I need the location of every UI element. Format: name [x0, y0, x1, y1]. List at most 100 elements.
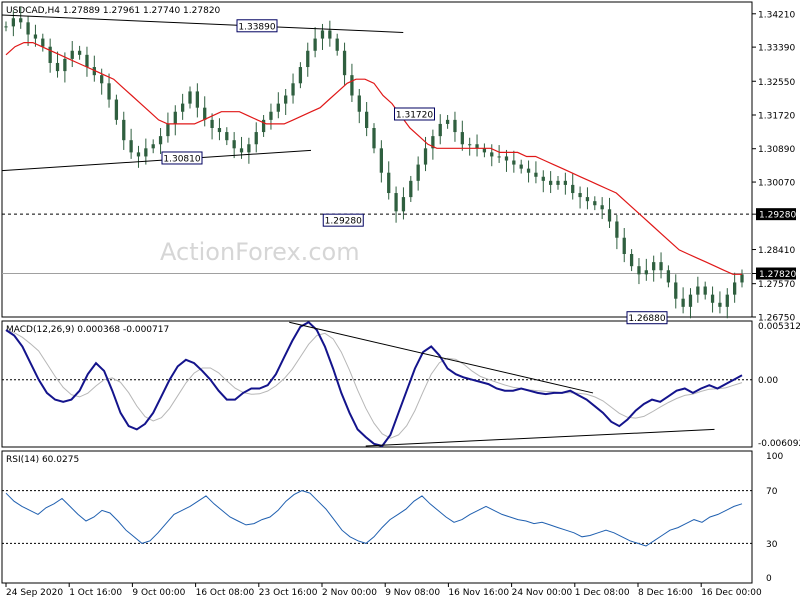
price-callout-label: 1.31720 — [396, 110, 433, 120]
candle-body — [107, 83, 111, 100]
candle-body — [504, 156, 509, 161]
candle-body — [372, 128, 376, 149]
candle-body — [460, 132, 464, 145]
x-tick-label: 24 Sep 2020 — [6, 588, 63, 598]
candle-body — [313, 38, 317, 51]
candle-body — [232, 140, 236, 149]
candle-body — [188, 91, 192, 104]
y-tick-label: 1.33390 — [758, 44, 795, 54]
macd-y-tick-label: 0.005312 — [758, 322, 800, 332]
price-callout-label: 1.30810 — [163, 154, 200, 164]
candle-body — [19, 18, 23, 23]
candle-body — [578, 193, 582, 198]
candle-body — [342, 50, 347, 76]
y-tick-label: 1.27820 — [759, 270, 796, 280]
candle-body — [637, 266, 641, 275]
panel-title-macd: MACD(12,26,9) 0.000368 -0.000717 — [6, 325, 169, 335]
candle-body — [688, 294, 693, 307]
candle-body — [122, 119, 126, 141]
price-trendline-1 — [1, 149, 312, 172]
watermark-text: ActionForex.com — [160, 238, 360, 266]
candle-body — [438, 123, 442, 137]
candle-body — [696, 286, 700, 295]
panel-title-price: USDCAD,H4 1.27889 1.27961 1.27740 1.2782… — [6, 6, 221, 16]
candle-body — [445, 119, 450, 124]
y-tick-label: 1.31720 — [758, 111, 795, 121]
x-tick-label: 16 Dec 00:00 — [701, 588, 762, 598]
y-tick-label: 1.27570 — [758, 280, 795, 290]
candle-body — [70, 50, 74, 59]
y-tick-label: 1.29280 — [759, 211, 796, 221]
candle-body — [284, 95, 288, 104]
candle-body — [394, 193, 398, 212]
y-tick-label: 1.30070 — [758, 179, 795, 189]
rsi-line — [5, 490, 743, 547]
macd-y-tick-label: -0.006092 — [758, 439, 800, 449]
candle-body — [166, 123, 170, 137]
candle-body — [114, 99, 119, 120]
candle-body — [401, 197, 406, 212]
rsi-y-tick-label: 100 — [766, 452, 783, 462]
candle-body — [659, 262, 663, 271]
candle-body — [328, 30, 332, 39]
price-trendline-0 — [1, 14, 404, 33]
x-tick-label: 9 Oct 00:00 — [132, 588, 185, 598]
candle-body — [247, 144, 251, 153]
candle-body — [320, 30, 325, 39]
rsi-y-tick-label: 70 — [766, 487, 778, 497]
candle-body — [181, 103, 185, 112]
candle-body — [195, 91, 199, 108]
macd-y-tick-label: 0.00 — [758, 376, 778, 386]
candle-body — [526, 168, 531, 173]
candle-body — [644, 270, 648, 275]
panel-title-rsi: RSI(14) 60.0275 — [6, 455, 79, 465]
candle-body — [269, 111, 273, 120]
rsi-y-tick-label: 0 — [766, 574, 772, 584]
price-callout-label: 1.26880 — [628, 314, 665, 324]
rsi-y-tick-label: 30 — [766, 540, 778, 550]
candle-body — [497, 156, 501, 158]
candle-body — [357, 95, 361, 112]
moving-average-line — [5, 42, 742, 275]
candle-body — [674, 282, 678, 299]
candle-body — [158, 136, 163, 145]
chart-panes: USDCAD,H4 1.27889 1.27961 1.27740 1.2782… — [1, 1, 800, 598]
candle-body — [453, 119, 457, 133]
candle-body — [379, 148, 383, 173]
candle-body — [519, 164, 523, 169]
candle-body — [291, 83, 295, 96]
y-tick-label: 1.30890 — [758, 145, 795, 155]
candle-body — [549, 180, 553, 185]
candle-body — [740, 274, 744, 283]
candle-body — [225, 132, 229, 141]
y-tick-label: 1.34210 — [758, 10, 795, 20]
candle-body — [409, 180, 413, 198]
candle-body — [55, 62, 60, 72]
candle-body — [276, 103, 280, 112]
x-tick-label: 24 Nov 00:00 — [512, 588, 573, 598]
candle-body — [622, 237, 626, 254]
candle-body — [615, 221, 619, 238]
candle-body — [387, 172, 391, 194]
candle-body — [41, 38, 45, 47]
candle-body — [151, 144, 155, 149]
x-tick-label: 8 Dec 16:00 — [638, 588, 693, 598]
candle-body — [26, 22, 30, 35]
candle-body — [710, 294, 715, 303]
candle-body — [85, 54, 89, 68]
candle-body — [129, 140, 133, 153]
x-tick-label: 1 Dec 08:00 — [575, 588, 630, 598]
candle-body — [77, 50, 82, 55]
macd-trendline-0 — [289, 321, 594, 394]
candle-body — [629, 254, 634, 267]
y-tick-label: 1.32550 — [758, 78, 795, 88]
candle-body — [217, 128, 222, 133]
candle-body — [100, 75, 104, 84]
candle-body — [512, 160, 516, 165]
candle-body — [365, 111, 369, 128]
candle-body — [11, 18, 15, 27]
candle-body — [63, 58, 67, 72]
macd-trendline-1 — [365, 428, 715, 447]
candle-body — [416, 164, 420, 181]
candle-body — [173, 111, 177, 124]
